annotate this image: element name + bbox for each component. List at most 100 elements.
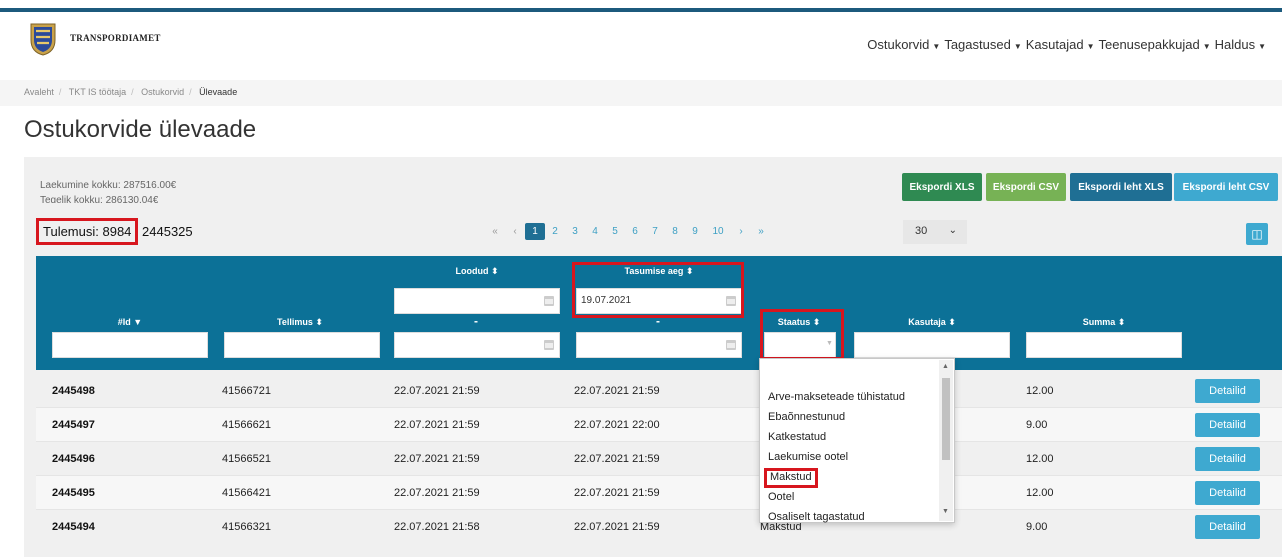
page-next[interactable]: › bbox=[731, 223, 751, 240]
top-header: Transpordiamet Ostukorvid ▼ Tagastused ▼ K… bbox=[0, 12, 1282, 68]
details-button[interactable]: Detailid bbox=[1195, 481, 1260, 505]
nav-haldus[interactable]: Haldus ▼ bbox=[1215, 37, 1266, 52]
sort-icon: ⬍ bbox=[490, 266, 499, 276]
details-button[interactable]: Detailid bbox=[1195, 379, 1260, 403]
highlight-staatus bbox=[760, 309, 844, 360]
nav-ostukorvid[interactable]: Ostukorvid ▼ bbox=[867, 37, 940, 52]
details-button[interactable]: Detailid bbox=[1195, 413, 1260, 437]
loodud-range-dash: - bbox=[474, 314, 478, 328]
sort-desc-icon: ▼ bbox=[133, 317, 143, 327]
status-option[interactable]: Arve-makseteade tühistatud bbox=[768, 387, 905, 407]
tellimus-filter-input[interactable] bbox=[224, 332, 380, 358]
page-4[interactable]: 4 bbox=[585, 223, 605, 240]
nav-kasutajad[interactable]: Kasutajad ▼ bbox=[1026, 37, 1095, 52]
row-id: 2445495 bbox=[52, 487, 95, 499]
loodud-from-input[interactable] bbox=[394, 288, 560, 314]
breadcrumb: Avaleht / TKT IS töötaja / Ostukorvid / Üle… bbox=[0, 80, 1282, 106]
sort-icon: ⬍ bbox=[1117, 317, 1126, 327]
row-tasumise: 22.07.2021 22:00 bbox=[574, 419, 660, 431]
row-id: 2445494 bbox=[52, 521, 95, 533]
per-page-select[interactable]: 30 ⌄ bbox=[903, 220, 967, 244]
breadcrumb-current: Ülevaade bbox=[199, 87, 238, 97]
export-xls-button[interactable]: Ekspordi XLS bbox=[902, 173, 982, 201]
pagination: « ‹ 1 2 3 4 5 6 7 8 9 10 › » bbox=[485, 223, 771, 240]
row-summa: 9.00 bbox=[1026, 419, 1048, 431]
page-6[interactable]: 6 bbox=[625, 223, 645, 240]
table-row: 2445497 41566621 22.07.2021 21:59 22.07.… bbox=[36, 408, 1282, 442]
col-kasutaja-header[interactable]: Kasutaja ⬍ bbox=[854, 317, 1010, 328]
row-loodud: 22.07.2021 21:59 bbox=[394, 487, 480, 499]
results-extra: 2445325 bbox=[142, 224, 193, 239]
details-button[interactable]: Detailid bbox=[1195, 447, 1260, 471]
row-summa: 12.00 bbox=[1026, 487, 1054, 499]
status-option[interactable]: Ootel bbox=[768, 487, 905, 507]
tegelik-total: Tegelik kokku: 286130.04€ bbox=[40, 195, 159, 203]
status-dropdown: Arve-makseteade tühistatud Ebaõnnestunud… bbox=[759, 358, 955, 523]
sort-icon: ⬍ bbox=[948, 317, 956, 327]
row-tellimus: 41566621 bbox=[222, 419, 271, 431]
page-3[interactable]: 3 bbox=[565, 223, 585, 240]
highlight-tasumise bbox=[572, 262, 744, 318]
page-prev[interactable]: ‹ bbox=[505, 223, 525, 240]
breadcrumb-tkt[interactable]: TKT IS töötaja bbox=[69, 87, 126, 97]
status-option[interactable]: Osaliselt tagastatud bbox=[768, 507, 905, 527]
row-summa: 12.00 bbox=[1026, 453, 1054, 465]
breadcrumb-ostukorvid[interactable]: Ostukorvid bbox=[141, 87, 184, 97]
page-1[interactable]: 1 bbox=[525, 223, 545, 240]
row-id: 2445497 bbox=[52, 419, 95, 431]
table-row: 2445495 41566421 22.07.2021 21:59 22.07.… bbox=[36, 476, 1282, 510]
dropdown-scrollbar[interactable]: ▲ ▼ bbox=[939, 360, 953, 521]
col-id-header[interactable]: #Id ▼ bbox=[52, 317, 208, 327]
col-loodud-header[interactable]: Loodud ⬍ bbox=[394, 266, 560, 277]
tasumise-to-input[interactable] bbox=[576, 332, 742, 358]
export-page-csv-button[interactable]: Ekspordi leht CSV bbox=[1174, 173, 1278, 201]
row-summa: 9.00 bbox=[1026, 521, 1048, 533]
breadcrumb-separator: / bbox=[189, 87, 192, 97]
row-tellimus: 41566721 bbox=[222, 385, 271, 397]
row-loodud: 22.07.2021 21:59 bbox=[394, 453, 480, 465]
summa-filter-input[interactable] bbox=[1026, 332, 1182, 358]
page-7[interactable]: 7 bbox=[645, 223, 665, 240]
main-nav: Ostukorvid ▼ Tagastused ▼ Kasutajad ▼ Teenu… bbox=[867, 37, 1266, 52]
caret-down-icon: ▼ bbox=[1202, 42, 1211, 51]
column-toggle-button[interactable]: ◫ bbox=[1246, 223, 1268, 245]
page-10[interactable]: 10 bbox=[705, 223, 731, 240]
status-options: Arve-makseteade tühistatud Ebaõnnestunud… bbox=[764, 387, 905, 527]
export-page-xls-button[interactable]: Ekspordi leht XLS bbox=[1070, 173, 1172, 201]
scrollbar-thumb[interactable] bbox=[942, 378, 950, 460]
results-label: Tulemusi: 8984 bbox=[36, 218, 139, 245]
calendar-icon bbox=[544, 340, 554, 350]
export-csv-button[interactable]: Ekspordi CSV bbox=[986, 173, 1066, 201]
laekumine-total: Laekumine kokku: 287516.00€ bbox=[40, 180, 177, 191]
status-option-makstud[interactable]: Makstud bbox=[764, 467, 905, 488]
nav-tagastused[interactable]: Tagastused ▼ bbox=[944, 37, 1021, 52]
loodud-to-input[interactable] bbox=[394, 332, 560, 358]
id-filter-input[interactable] bbox=[52, 332, 208, 358]
scroll-down-icon[interactable]: ▼ bbox=[942, 508, 949, 515]
sort-icon: ⬍ bbox=[315, 317, 323, 327]
page-last[interactable]: » bbox=[751, 223, 771, 240]
calendar-icon bbox=[726, 340, 736, 350]
page-5[interactable]: 5 bbox=[605, 223, 625, 240]
row-id: 2445498 bbox=[52, 385, 95, 397]
col-summa-header[interactable]: Summa ⬍ bbox=[1026, 317, 1182, 328]
status-option[interactable]: Katkestatud bbox=[768, 427, 905, 447]
breadcrumb-avaleht[interactable]: Avaleht bbox=[24, 87, 54, 97]
page-8[interactable]: 8 bbox=[665, 223, 685, 240]
page-first[interactable]: « bbox=[485, 223, 505, 240]
chevron-down-icon: ⌄ bbox=[948, 225, 957, 236]
page-9[interactable]: 9 bbox=[685, 223, 705, 240]
brand-name[interactable]: Transpordiamet bbox=[70, 33, 161, 43]
row-summa: 12.00 bbox=[1026, 385, 1054, 397]
col-tellimus-header[interactable]: Tellimus ⬍ bbox=[222, 317, 378, 328]
estonian-coat-of-arms-icon bbox=[30, 23, 56, 56]
kasutaja-filter-input[interactable] bbox=[854, 332, 1010, 358]
status-option[interactable]: Ebaõnnestunud bbox=[768, 407, 905, 427]
scroll-up-icon[interactable]: ▲ bbox=[942, 363, 949, 370]
page-2[interactable]: 2 bbox=[545, 223, 565, 240]
nav-teenusepakkujad[interactable]: Teenusepakkujad ▼ bbox=[1098, 37, 1210, 52]
status-option[interactable]: Laekumise ootel bbox=[768, 447, 905, 467]
details-button[interactable]: Detailid bbox=[1195, 515, 1260, 539]
table-row: 2445496 41566521 22.07.2021 21:59 22.07.… bbox=[36, 442, 1282, 476]
row-tasumise: 22.07.2021 21:59 bbox=[574, 521, 660, 533]
